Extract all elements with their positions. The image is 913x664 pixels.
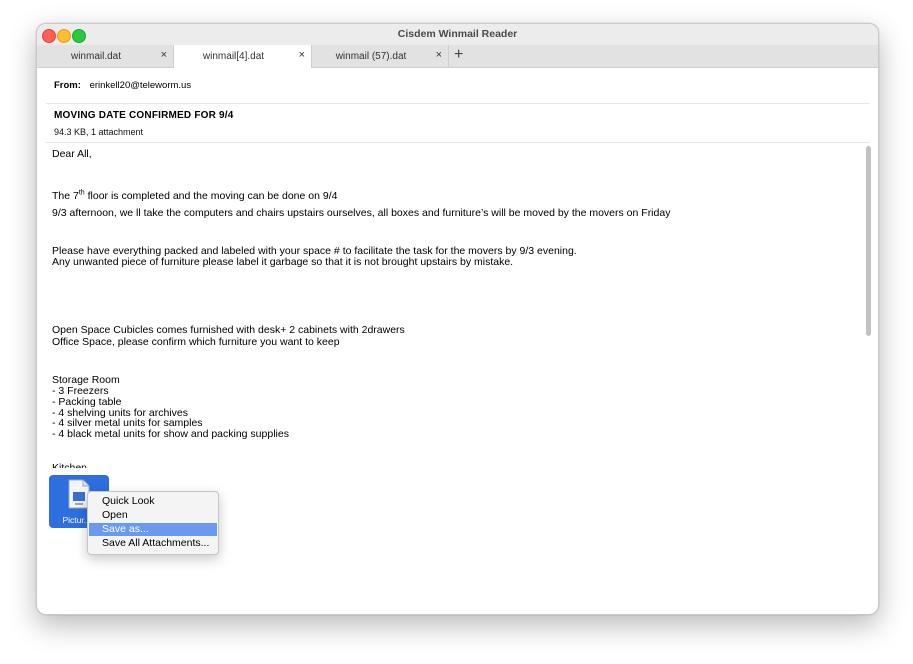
add-tab-icon[interactable]: + <box>454 46 463 64</box>
body-text: The 7 <box>52 190 79 202</box>
email-meta: 94.3 KB, 1 attachment <box>54 127 144 137</box>
menu-item-save-as[interactable]: Save as... <box>89 523 217 536</box>
body-line: Dear All, <box>52 148 92 160</box>
tab-label: winmail.dat <box>70 51 122 62</box>
app-window: Cisdem Winmail Reader winmail.dat × winm… <box>36 23 879 615</box>
title-bar[interactable]: Cisdem Winmail Reader <box>37 24 878 46</box>
body-line-partial: Kitchen <box>52 463 87 468</box>
tab-close-icon[interactable]: × <box>161 50 167 61</box>
tab-label: winmail[4].dat <box>202 51 265 62</box>
context-menu: Quick Look Open Save as... Save All Atta… <box>87 491 219 555</box>
tab-winmail-4[interactable]: winmail[4].dat × <box>174 45 312 68</box>
body-line: The 7th floor is completed and the movin… <box>52 190 338 202</box>
list-item: - 4 black metal units for show and packi… <box>52 428 289 440</box>
body-text: floor is completed and the moving can be… <box>84 190 338 202</box>
tab-winmail-57[interactable]: winmail (57).dat × <box>312 45 449 67</box>
window-title: Cisdem Winmail Reader <box>397 28 518 40</box>
body-line: Office Space, please confirm which furni… <box>52 336 340 348</box>
from-label: From: <box>54 80 81 91</box>
body-divider <box>46 142 870 143</box>
tab-bar: winmail.dat × winmail[4].dat × winmail (… <box>37 45 878 68</box>
body-line: 9/3 afternoon, we ll take the computers … <box>52 207 671 219</box>
email-subject: MOVING DATE CONFIRMED FOR 9/4 <box>54 110 234 121</box>
tab-close-icon[interactable]: × <box>436 50 442 61</box>
header-divider <box>46 103 870 104</box>
body-line: Any unwanted piece of furniture please l… <box>52 256 514 268</box>
body-line: Open Space Cubicles comes furnished with… <box>52 324 405 336</box>
vertical-scrollbar[interactable] <box>866 146 871 336</box>
tab-label: winmail (57).dat <box>335 51 407 62</box>
tab-winmail[interactable]: winmail.dat × <box>37 45 174 67</box>
tab-close-icon[interactable]: × <box>299 50 305 61</box>
menu-item-open[interactable]: Open <box>89 509 217 522</box>
menu-item-save-all-attachments[interactable]: Save All Attachments... <box>89 537 217 550</box>
from-address: erinkell20@teleworm.us <box>89 80 192 91</box>
from-row: From: erinkell20@teleworm.us <box>54 80 191 91</box>
menu-item-quick-look[interactable]: Quick Look <box>89 495 217 508</box>
